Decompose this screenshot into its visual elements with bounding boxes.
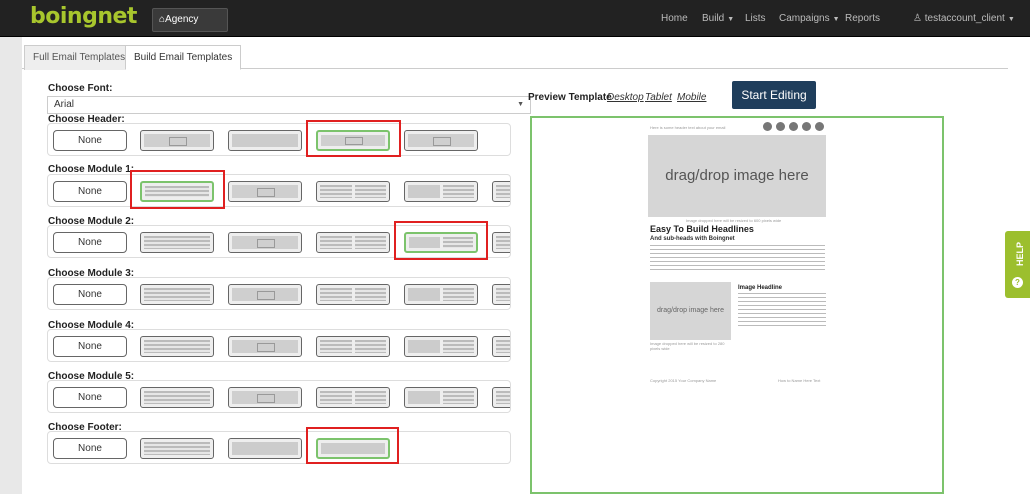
dragdrop-image-small: drag/drop image here bbox=[650, 282, 731, 340]
small-image-caption: Image dropped here will be resized to 28… bbox=[650, 341, 725, 351]
module4-option-3[interactable] bbox=[316, 336, 390, 357]
footer-option-1[interactable] bbox=[140, 438, 214, 459]
module1-option-4[interactable] bbox=[404, 181, 478, 202]
caret-down-icon: ▼ bbox=[1007, 16, 1015, 23]
module3-option-4[interactable] bbox=[404, 284, 478, 305]
highlight-box bbox=[130, 170, 225, 209]
module5-option-4[interactable] bbox=[404, 387, 478, 408]
preview-desktop-link[interactable]: Desktop bbox=[607, 92, 644, 103]
nav-campaigns[interactable]: Campaigns ▼ bbox=[779, 0, 840, 37]
module2-none-button[interactable]: None bbox=[53, 232, 127, 253]
module3-none-button[interactable]: None bbox=[53, 284, 127, 305]
module3-option-2[interactable] bbox=[228, 284, 302, 305]
header-options: None bbox=[47, 123, 511, 156]
module4-none-button[interactable]: None bbox=[53, 336, 127, 357]
preview-tablet-link[interactable]: Tablet bbox=[645, 92, 672, 103]
nav-build[interactable]: Build ▼ bbox=[702, 0, 734, 37]
module5-option-5[interactable] bbox=[492, 387, 510, 408]
module5-option-2[interactable] bbox=[228, 387, 302, 408]
image-body-text bbox=[738, 293, 826, 328]
module4-option-1[interactable] bbox=[140, 336, 214, 357]
start-editing-button[interactable]: Start Editing bbox=[732, 81, 816, 109]
module4-option-5[interactable] bbox=[492, 336, 510, 357]
top-navbar: boingnet ⌂Agency Home Home Build▼ Lists … bbox=[0, 0, 1030, 47]
module2-option-1[interactable] bbox=[140, 232, 214, 253]
module1-option-2[interactable] bbox=[228, 181, 302, 202]
tab-build-email-templates[interactable]: Build Email Templates bbox=[125, 45, 242, 70]
preview-header-text: Here is some header text about your emai… bbox=[650, 125, 726, 130]
nav-reports[interactable]: Reports bbox=[845, 0, 880, 37]
module5-option-1[interactable] bbox=[140, 387, 214, 408]
module3-option-3[interactable] bbox=[316, 284, 390, 305]
module4-option-4[interactable] bbox=[404, 336, 478, 357]
module5-none-button[interactable]: None bbox=[53, 387, 127, 408]
module3-option-5[interactable] bbox=[492, 284, 510, 305]
module4-option-2[interactable] bbox=[228, 336, 302, 357]
footer-link: How to Name Here Text bbox=[778, 378, 821, 383]
preview-mobile-link[interactable]: Mobile bbox=[677, 92, 706, 103]
preview-label: Preview Template bbox=[528, 92, 612, 103]
module5-option-3[interactable] bbox=[316, 387, 390, 408]
linkedin-icon bbox=[789, 122, 798, 131]
chevron-down-icon: ▼ bbox=[517, 101, 524, 108]
module4-options: None bbox=[47, 329, 511, 362]
preview-headline: Easy To Build Headlines bbox=[650, 224, 754, 234]
help-tab[interactable]: HELP ? bbox=[1005, 231, 1030, 298]
module1-option-3[interactable] bbox=[316, 181, 390, 202]
font-select[interactable]: Arial ▼ bbox=[47, 96, 531, 114]
header-option-2[interactable] bbox=[228, 130, 302, 151]
module3-option-1[interactable] bbox=[140, 284, 214, 305]
logo[interactable]: boingnet bbox=[30, 4, 137, 29]
user-menu[interactable]: ♙ testaccount_client ▼ bbox=[913, 0, 1015, 37]
caret-down-icon: ▼ bbox=[727, 16, 735, 23]
module2-option-5[interactable] bbox=[492, 232, 510, 253]
footer-none-button[interactable]: None bbox=[53, 438, 127, 459]
tab-full-email-templates[interactable]: Full Email Templates bbox=[24, 45, 135, 70]
question-icon: ? bbox=[1012, 277, 1023, 288]
nav-home[interactable]: Home bbox=[661, 0, 688, 37]
highlight-box bbox=[394, 221, 488, 260]
email-icon bbox=[815, 122, 824, 131]
module2-option-3[interactable] bbox=[316, 232, 390, 253]
module1-options: None bbox=[47, 174, 511, 207]
module5-options: None bbox=[47, 380, 511, 413]
module1-none-button[interactable]: None bbox=[53, 181, 127, 202]
header-option-4[interactable] bbox=[404, 130, 478, 151]
dragdrop-image-large: drag/drop image here bbox=[648, 135, 826, 217]
highlight-box bbox=[306, 120, 401, 157]
nav-lists[interactable]: Lists bbox=[745, 0, 766, 37]
module3-options: None bbox=[47, 277, 511, 310]
preview-body-text bbox=[650, 245, 825, 271]
tab-bar: Full Email Templates Build Email Templat… bbox=[22, 45, 1008, 70]
facebook-icon bbox=[763, 122, 772, 131]
header-option-1[interactable] bbox=[140, 130, 214, 151]
preview-subhead: And sub-heads with Boingnet bbox=[650, 236, 735, 242]
image-headline: Image Headline bbox=[738, 285, 783, 291]
footer-options: None bbox=[47, 431, 511, 464]
user-icon: ♙ bbox=[913, 13, 925, 24]
twitter-icon bbox=[776, 122, 785, 131]
font-label: Choose Font: bbox=[48, 83, 113, 94]
module1-option-5[interactable] bbox=[492, 181, 510, 202]
highlight-box bbox=[306, 427, 399, 464]
rss-icon bbox=[802, 122, 811, 131]
caret-down-icon: ▼ bbox=[832, 16, 840, 23]
footer-copyright: Copyright 2015 Your Company Name bbox=[650, 378, 717, 383]
agency-home-button[interactable]: ⌂Agency Home bbox=[152, 8, 228, 47]
module2-option-2[interactable] bbox=[228, 232, 302, 253]
header-none-button[interactable]: None bbox=[53, 130, 127, 151]
footer-option-2[interactable] bbox=[228, 438, 302, 459]
image-caption: Image dropped here will be resized to 60… bbox=[686, 218, 782, 223]
